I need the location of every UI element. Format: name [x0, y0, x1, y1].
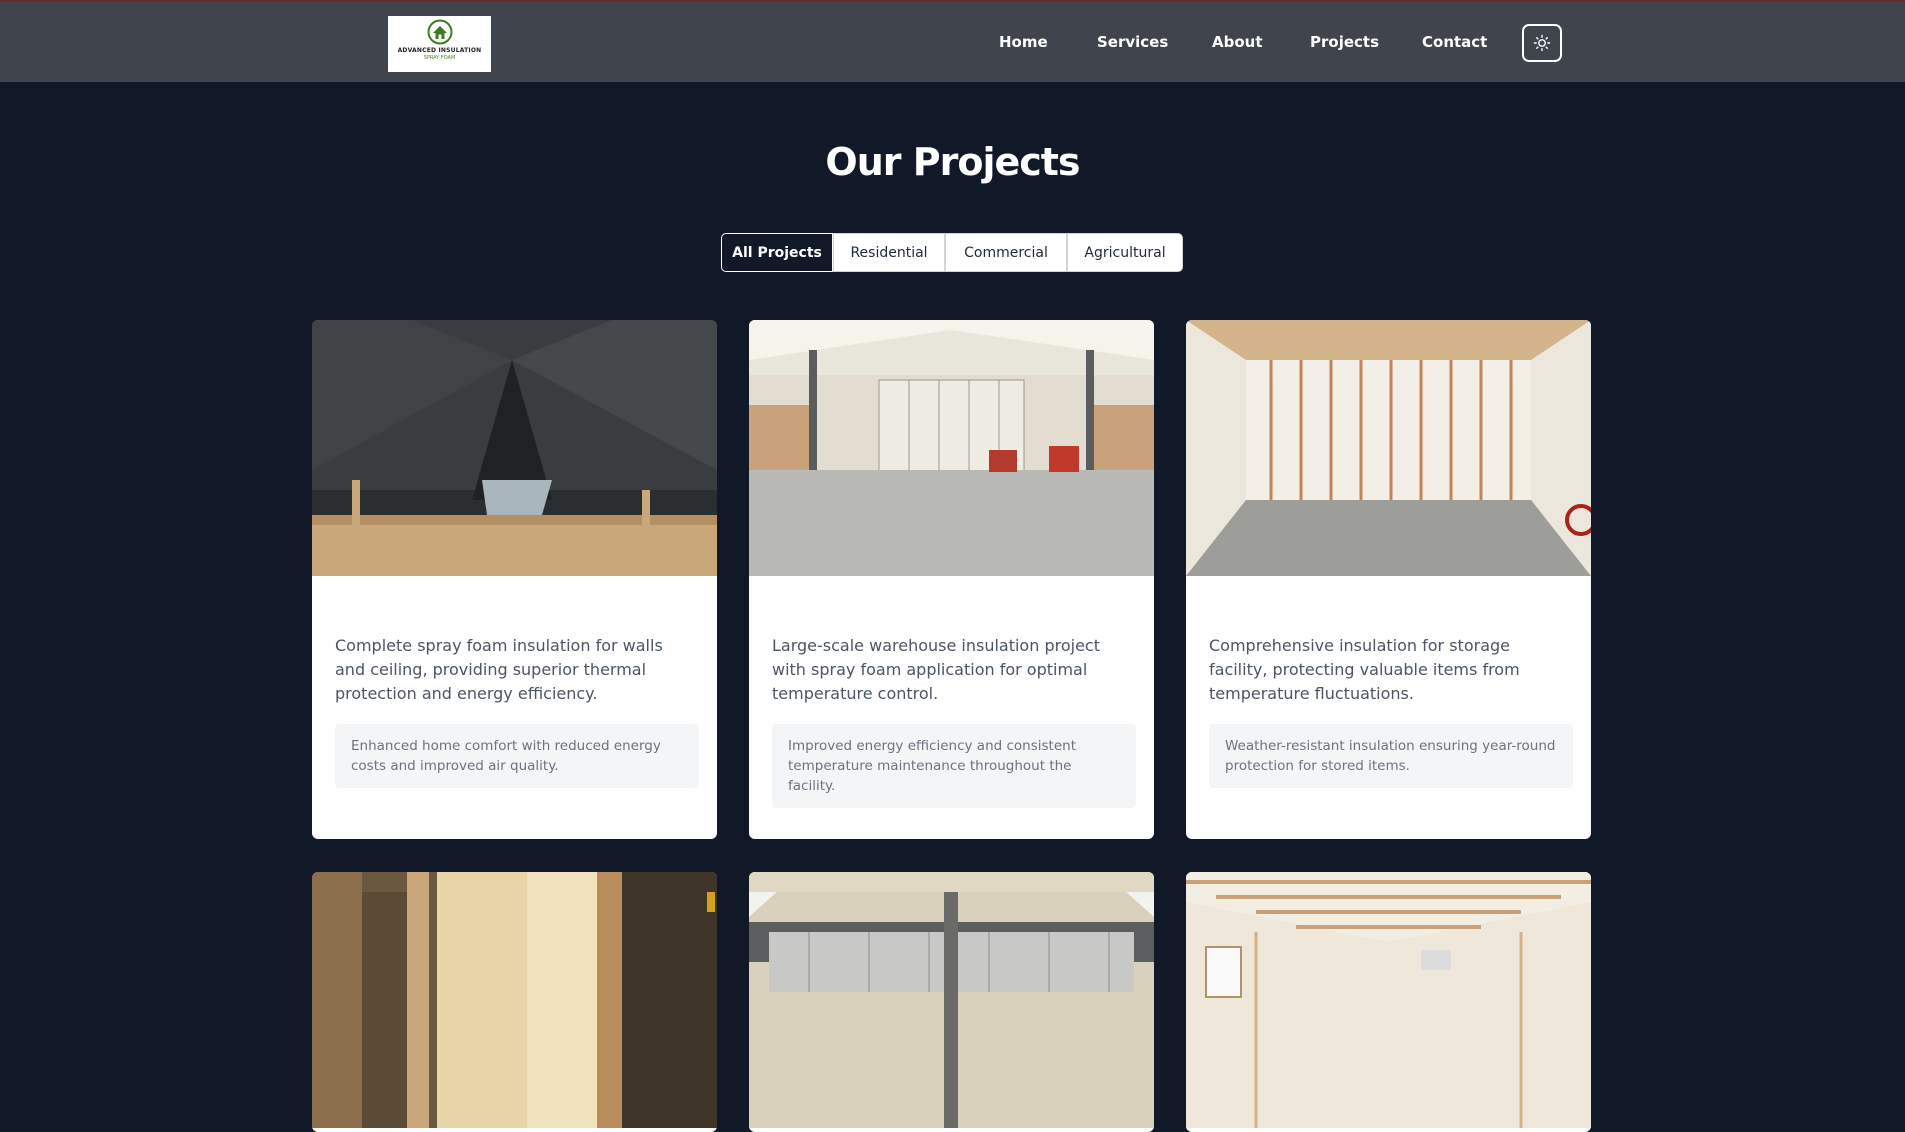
project-card[interactable]: Large-scale warehouse insulation project…	[749, 320, 1154, 839]
project-result: Weather-resistant insulation ensuring ye…	[1209, 724, 1573, 788]
nav-link-contact[interactable]: Contact	[1422, 33, 1487, 51]
project-description: Complete spray foam insulation for walls…	[335, 636, 663, 703]
theme-toggle-button[interactable]	[1522, 24, 1562, 62]
project-description: Large-scale warehouse insulation project…	[772, 636, 1100, 703]
filter-commercial[interactable]: Commercial	[945, 233, 1067, 272]
brand-tagline: SPRAY FOAM	[423, 55, 456, 61]
brand-name: ADVANCED INSULATION	[397, 47, 482, 54]
project-card[interactable]	[1186, 872, 1591, 1132]
house-icon	[427, 19, 452, 45]
project-image-storage	[1186, 320, 1591, 576]
page-title: Our Projects	[825, 140, 1080, 184]
project-card[interactable]: Comprehensive insulation for storage fac…	[1186, 320, 1591, 839]
filter-residential[interactable]: Residential	[833, 233, 945, 272]
project-image-warehouse	[749, 320, 1154, 576]
project-card[interactable]	[312, 872, 717, 1132]
project-description: Comprehensive insulation for storage fac…	[1209, 636, 1520, 703]
project-image-wood-framing	[312, 872, 717, 1128]
filter-agricultural[interactable]: Agricultural	[1067, 233, 1183, 272]
project-card[interactable]	[749, 872, 1154, 1132]
nav-link-about[interactable]: About	[1212, 33, 1263, 51]
nav-link-projects[interactable]: Projects	[1310, 33, 1379, 51]
project-result: Improved energy efficiency and consisten…	[772, 724, 1136, 808]
project-filter-group: All Projects Residential Commercial Agri…	[721, 233, 1183, 272]
project-result: Enhanced home comfort with reduced energ…	[335, 724, 699, 788]
sun-icon	[1533, 34, 1551, 52]
project-image-metal-building	[749, 872, 1154, 1128]
navbar: ADVANCED INSULATION SPRAY FOAM Home Serv…	[0, 0, 1905, 82]
nav-link-services[interactable]: Services	[1097, 33, 1168, 51]
filter-all-projects[interactable]: All Projects	[721, 233, 833, 272]
project-image-shed-interior	[1186, 872, 1591, 1128]
project-image-attic	[312, 320, 717, 576]
brand-logo[interactable]: ADVANCED INSULATION SPRAY FOAM	[388, 16, 491, 72]
project-card[interactable]: Complete spray foam insulation for walls…	[312, 320, 717, 839]
nav-link-home[interactable]: Home	[999, 33, 1048, 51]
